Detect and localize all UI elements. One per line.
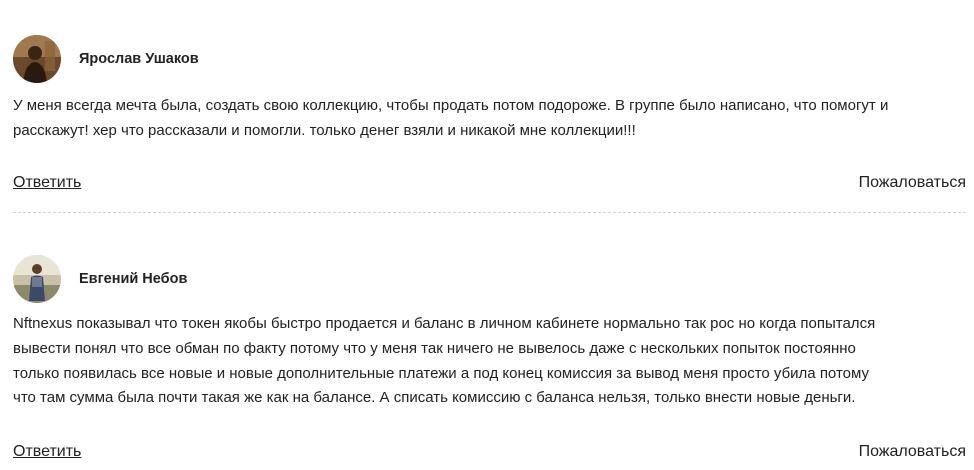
report-link[interactable]: Пожаловаться (859, 174, 966, 192)
report-link[interactable]: Пожаловаться (859, 443, 966, 461)
author-name: Евгений Небов (79, 271, 188, 287)
comment-text-line: только появилась все новые и новые допол… (13, 364, 869, 382)
author-name: Ярослав Ушаков (79, 51, 199, 67)
comment-text: У меня всегда мечта была, создать свою к… (13, 94, 966, 143)
comment-text-line: расскажут! хер что рассказали и помогли.… (13, 121, 636, 139)
reply-link[interactable]: Ответить (13, 443, 81, 461)
comment-header: Евгений Небов (13, 254, 966, 304)
avatar (13, 255, 61, 303)
comment-text-line: что там сумма была почти такая же как на… (13, 389, 856, 407)
comment-divider (13, 212, 966, 213)
comment-text: Nftnexus показывал что токен якобы быстр… (13, 312, 966, 411)
reply-link[interactable]: Ответить (13, 174, 81, 192)
comment-item: Евгений Небов Nftnexus показывал что ток… (13, 254, 966, 460)
comment-text-line: Nftnexus показывал что токен якобы быстр… (13, 315, 876, 332)
comment-actions: Ответить Пожаловаться (13, 174, 966, 192)
comment-text-line: У меня всегда мечта была, создать свою к… (13, 97, 889, 114)
comment-header: Ярослав Ушаков (13, 34, 966, 84)
avatar (13, 35, 61, 83)
comment-actions: Ответить Пожаловаться (13, 443, 966, 461)
comment-text-line: вывести понял что все обман по факту пот… (13, 339, 856, 357)
comment-item: Ярослав Ушаков У меня всегда мечта была,… (13, 34, 966, 191)
user-photo-icon (13, 255, 61, 303)
user-photo-icon (13, 35, 61, 83)
